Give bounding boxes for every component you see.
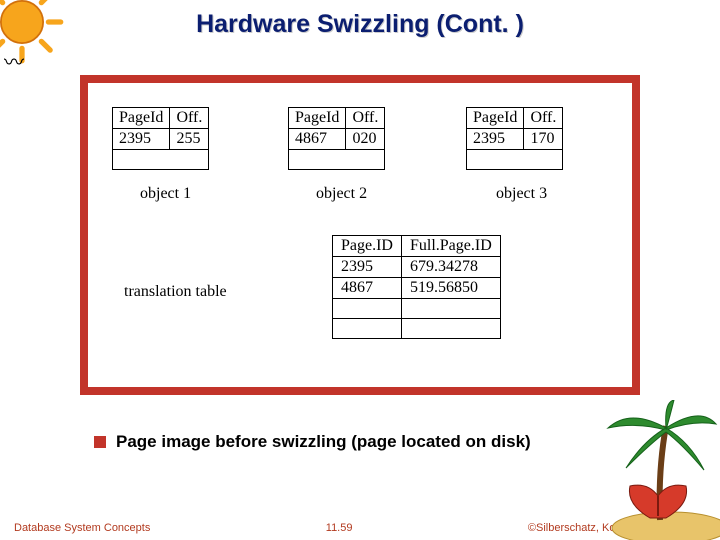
bullet-icon bbox=[94, 436, 106, 448]
cell-full: 679.34278 bbox=[401, 257, 500, 278]
empty-cell bbox=[333, 299, 402, 319]
empty-cell bbox=[467, 150, 563, 170]
col-off: Off. bbox=[346, 108, 385, 129]
object-1-table: PageIdOff. 2395255 bbox=[112, 107, 209, 170]
bullet-row: Page image before swizzling (page locate… bbox=[94, 432, 531, 452]
col-pageid: PageId bbox=[289, 108, 346, 129]
object-1-label: object 1 bbox=[140, 185, 191, 203]
footer-left: Database System Concepts bbox=[14, 522, 150, 534]
cell-page: 2395 bbox=[467, 129, 524, 150]
cell-page: 2395 bbox=[113, 129, 170, 150]
translation-table: Page.IDFull.Page.ID 2395679.34278 486751… bbox=[332, 235, 501, 339]
col-pageid: Page.ID bbox=[333, 236, 402, 257]
cell-page: 2395 bbox=[333, 257, 402, 278]
empty-cell bbox=[333, 319, 402, 339]
object-2-table: PageIdOff. 4867020 bbox=[288, 107, 385, 170]
bird-icon: 〰 bbox=[4, 46, 24, 75]
cell-page: 4867 bbox=[333, 278, 402, 299]
object-3-label: object 3 bbox=[496, 185, 547, 203]
empty-cell bbox=[289, 150, 385, 170]
footer-center: 11.59 bbox=[326, 522, 353, 534]
col-fullpageid: Full.Page.ID bbox=[401, 236, 500, 257]
cell-full: 519.56850 bbox=[401, 278, 500, 299]
cell-off: 020 bbox=[346, 129, 385, 150]
object-3-table: PageIdOff. 2395170 bbox=[466, 107, 563, 170]
figure-frame: PageIdOff. 2395255 object 1 PageIdOff. 4… bbox=[80, 75, 640, 395]
palm-scene-icon bbox=[600, 400, 720, 540]
slide-title: Hardware Swizzling (Cont. ) bbox=[0, 0, 720, 39]
cell-page: 4867 bbox=[289, 129, 346, 150]
col-pageid: PageId bbox=[113, 108, 170, 129]
translation-table-label: translation table bbox=[124, 283, 227, 301]
col-pageid: PageId bbox=[467, 108, 524, 129]
empty-cell bbox=[113, 150, 209, 170]
object-2-label: object 2 bbox=[316, 185, 367, 203]
empty-cell bbox=[401, 299, 500, 319]
figure-inner: PageIdOff. 2395255 object 1 PageIdOff. 4… bbox=[88, 83, 632, 387]
bullet-text: Page image before swizzling (page locate… bbox=[116, 432, 531, 452]
empty-cell bbox=[401, 319, 500, 339]
col-off: Off. bbox=[170, 108, 209, 129]
cell-off: 170 bbox=[524, 129, 563, 150]
cell-off: 255 bbox=[170, 129, 209, 150]
col-off: Off. bbox=[524, 108, 563, 129]
